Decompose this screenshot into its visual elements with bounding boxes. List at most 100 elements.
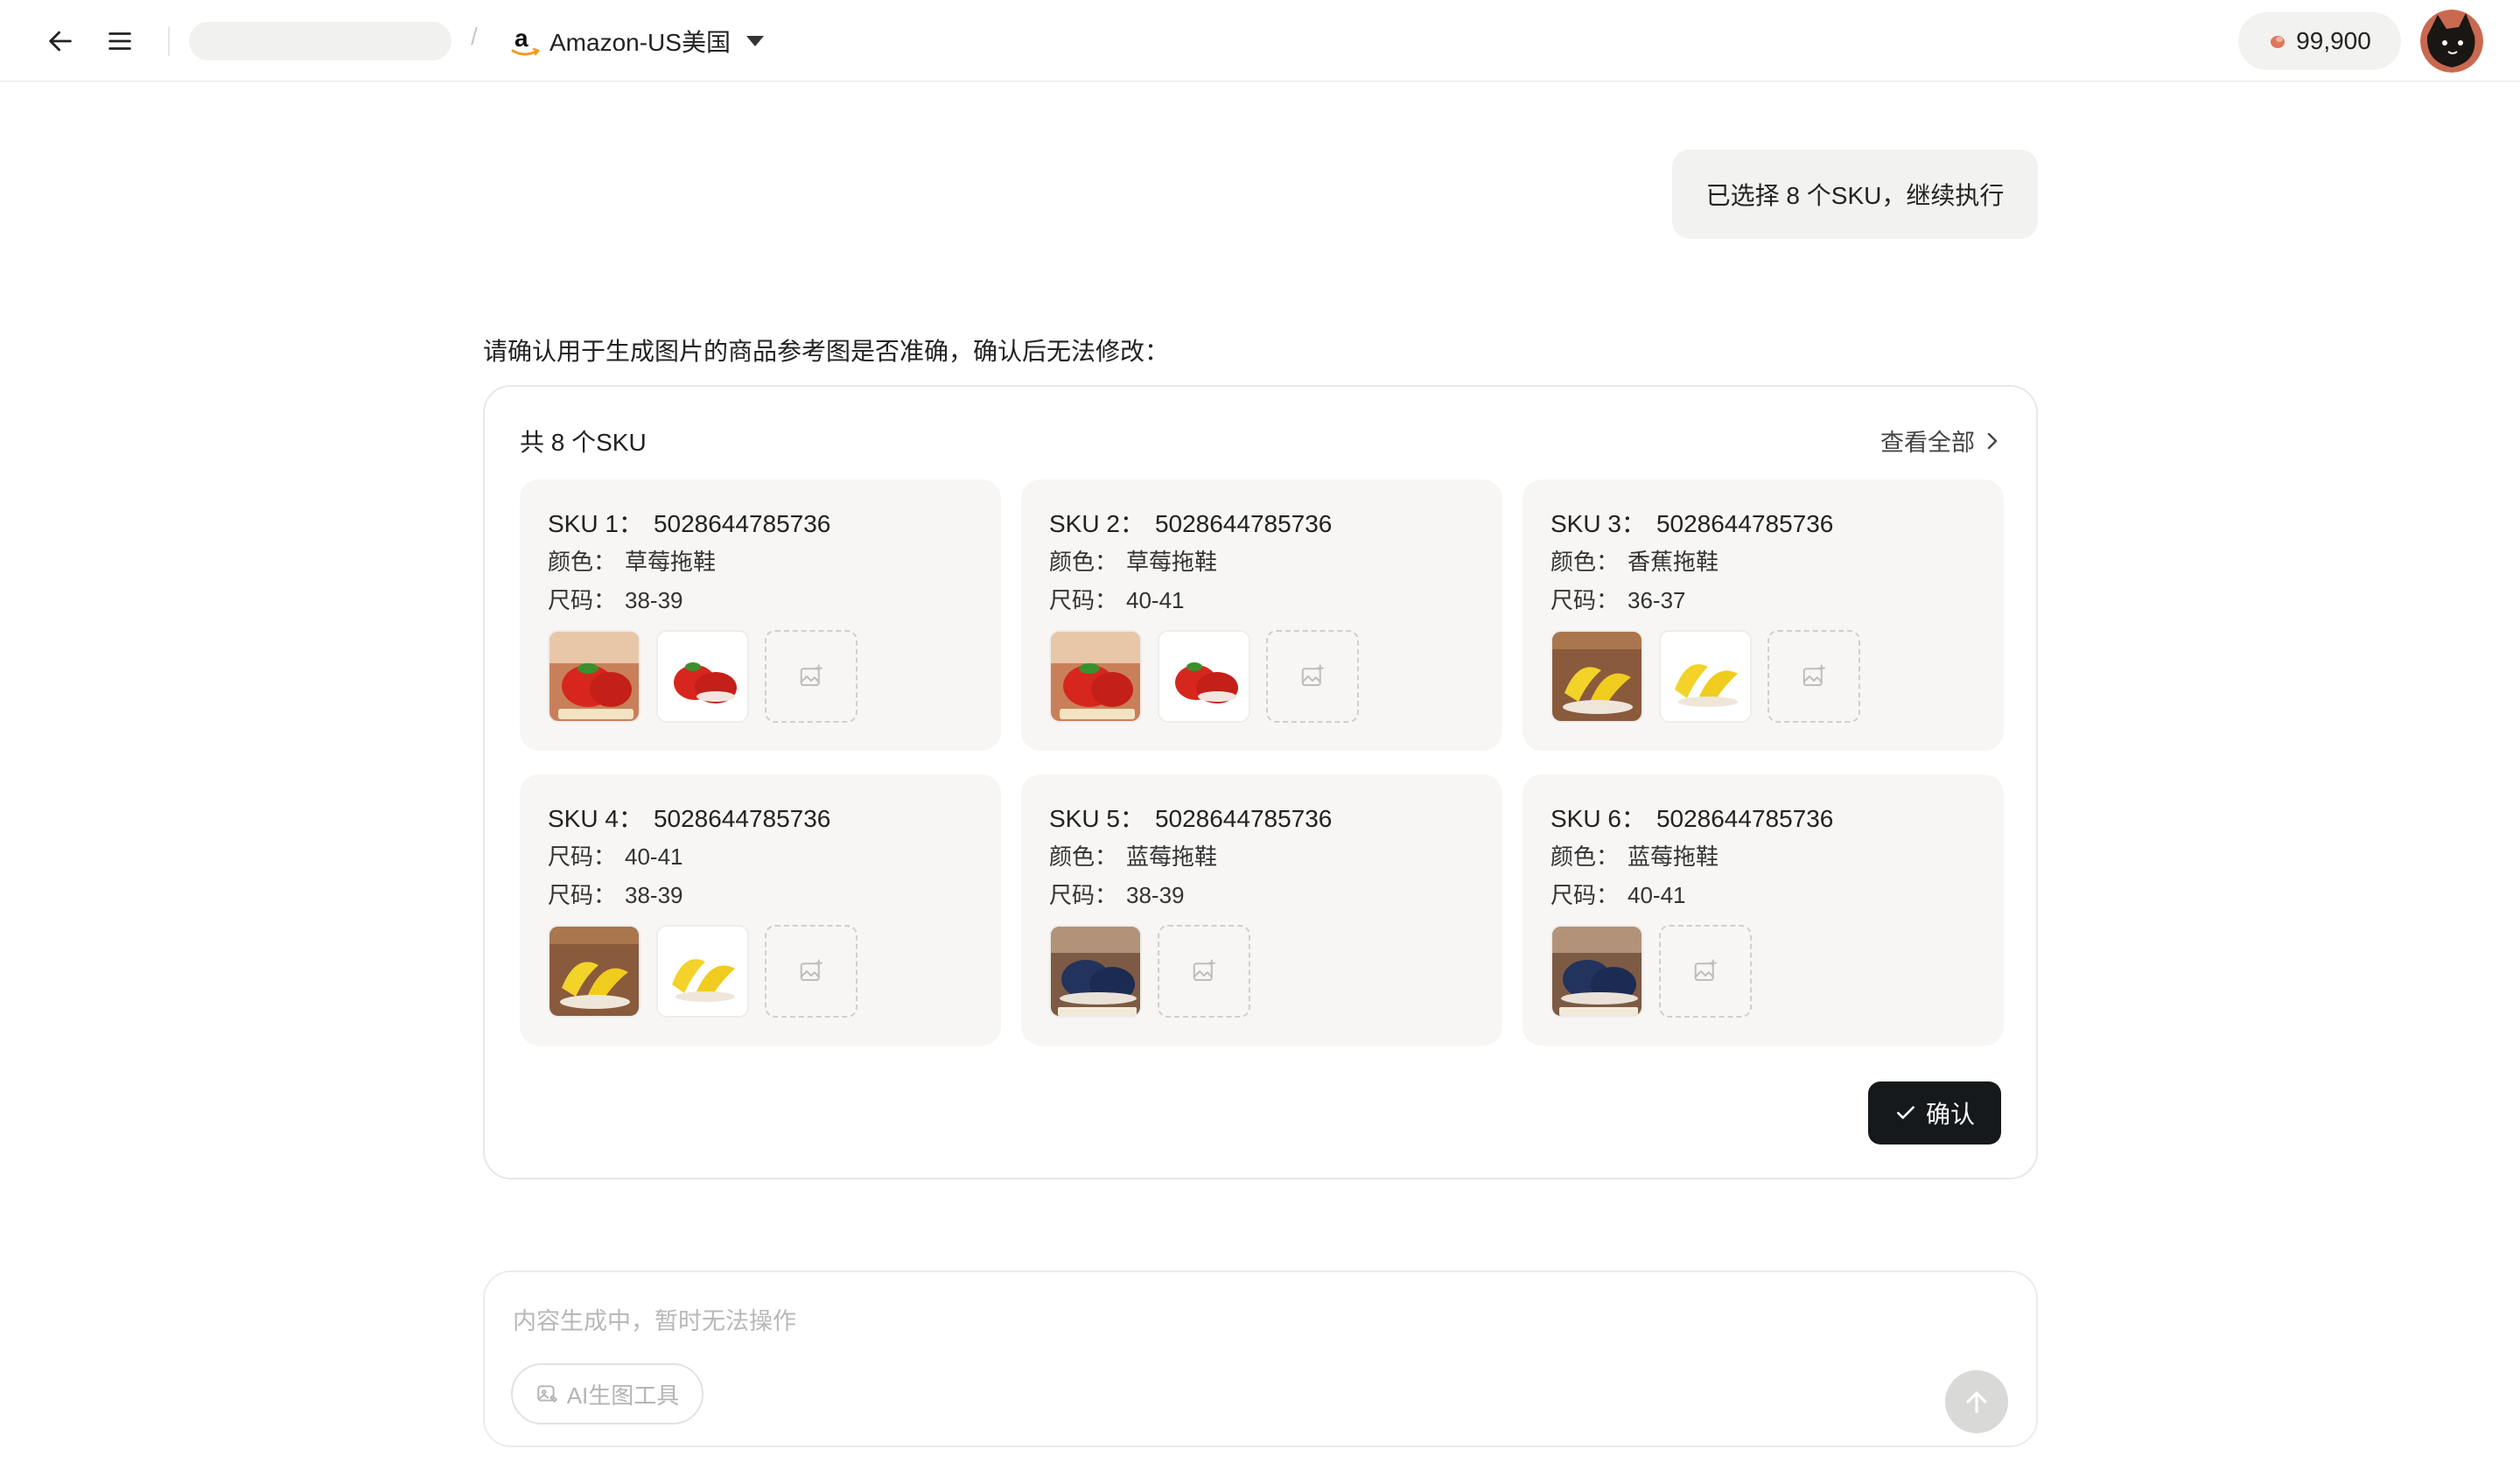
sku-thumbnails xyxy=(1550,925,1752,1018)
view-all-link[interactable]: 查看全部 xyxy=(1880,424,2001,458)
attr-key: 颜色： xyxy=(1049,549,1118,575)
caret-down-icon xyxy=(746,36,764,46)
attr-key: 尺码： xyxy=(548,844,617,870)
ai-image-tool-button[interactable]: AI生图工具 xyxy=(511,1363,704,1424)
menu-button[interactable] xyxy=(98,19,142,63)
attr-value: 40-41 xyxy=(1126,587,1185,613)
sku-card: SKU 4： 5028644785736 尺码： 40-41 尺码： 38-39 xyxy=(520,774,1001,1046)
add-image-icon xyxy=(1694,959,1717,981)
credits-badge[interactable]: 99,900 xyxy=(2238,12,2401,70)
product-thumbnail-strawberry[interactable] xyxy=(1158,630,1250,723)
product-thumbnail-banana-scene[interactable] xyxy=(1550,630,1643,723)
product-thumbnail-strawberry[interactable] xyxy=(656,630,749,723)
attr-value: 草莓拖鞋 xyxy=(625,549,717,575)
product-thumbnail-banana[interactable] xyxy=(656,925,749,1018)
sku-attr: 尺码： 38-39 xyxy=(548,581,973,620)
store-selector[interactable]: a Amazon-US美国 xyxy=(509,21,764,61)
sku-title: SKU 6： 5028644785736 xyxy=(1550,801,1976,837)
send-button[interactable] xyxy=(1945,1370,2008,1433)
sku-attr: 颜色： 香蕉拖鞋 xyxy=(1550,542,1976,581)
view-all-label: 查看全部 xyxy=(1880,430,1975,456)
sku-id: 5028644785736 xyxy=(1154,510,1333,537)
avatar[interactable] xyxy=(2420,10,2483,73)
sku-id: 5028644785736 xyxy=(1656,510,1834,537)
product-thumbnail-strawberry-scene[interactable] xyxy=(548,630,640,723)
add-image-button[interactable] xyxy=(1659,925,1752,1018)
sku-label: SKU 4： xyxy=(548,805,643,832)
breadcrumb-project[interactable] xyxy=(189,22,452,60)
sku-confirm-card: 共 8 个SKU 查看全部 SKU 1： 5028644785736 颜色： 草莓拖… xyxy=(483,385,2038,1180)
sku-card: SKU 5： 5028644785736 颜色： 蓝莓拖鞋 尺码： 38-39 xyxy=(1021,774,1502,1046)
sku-title: SKU 5： 5028644785736 xyxy=(1049,801,1474,837)
sku-card: SKU 3： 5028644785736 颜色： 香蕉拖鞋 尺码： 36-37 xyxy=(1522,480,2004,751)
sku-title: SKU 1： 5028644785736 xyxy=(548,506,973,542)
sku-attr: 尺码： 38-39 xyxy=(548,876,973,914)
product-thumbnail-banana-scene[interactable] xyxy=(548,925,640,1018)
breadcrumb-separator: / xyxy=(471,23,478,50)
sku-label: SKU 3： xyxy=(1550,510,1646,537)
add-image-button[interactable] xyxy=(1158,925,1250,1018)
attr-value: 蓝莓拖鞋 xyxy=(1628,844,1719,870)
product-thumbnail-banana[interactable] xyxy=(1659,630,1752,723)
credits-value: 99,900 xyxy=(2296,27,2371,54)
sku-count-label: 共 8 个SKU xyxy=(520,429,647,456)
composer-placeholder: 内容生成中，暂时无法操作 xyxy=(513,1308,796,1334)
sku-card: SKU 6： 5028644785736 颜色： 蓝莓拖鞋 尺码： 40-41 xyxy=(1522,774,2004,1046)
ai-image-tool-label: AI生图工具 xyxy=(566,1382,680,1409)
sku-attr: 尺码： 40-41 xyxy=(1550,876,1976,914)
sku-grid: SKU 1： 5028644785736 颜色： 草莓拖鞋 尺码： 38-39 SKU… xyxy=(520,480,2004,1046)
chevron-right-icon xyxy=(1987,432,1998,449)
product-thumbnail-strawberry-scene[interactable] xyxy=(1049,630,1142,723)
attr-key: 尺码： xyxy=(1550,882,1620,908)
header-divider xyxy=(168,26,170,56)
attr-key: 颜色： xyxy=(548,549,617,575)
add-image-button[interactable] xyxy=(1768,630,1860,723)
add-image-icon xyxy=(1301,664,1324,686)
sku-attr: 颜色： 草莓拖鞋 xyxy=(1049,542,1474,581)
attr-value: 草莓拖鞋 xyxy=(1126,549,1218,575)
sku-thumbnails xyxy=(548,630,858,723)
attr-value: 香蕉拖鞋 xyxy=(1628,549,1719,575)
back-button[interactable] xyxy=(38,19,82,63)
image-generate-icon xyxy=(536,1385,557,1403)
sku-title: SKU 2： 5028644785736 xyxy=(1049,506,1474,542)
attr-key: 尺码： xyxy=(548,882,617,908)
add-image-icon xyxy=(800,959,822,981)
attr-value: 36-37 xyxy=(1628,587,1686,613)
add-image-button[interactable] xyxy=(765,630,858,723)
attr-value: 38-39 xyxy=(625,587,683,613)
add-image-button[interactable] xyxy=(765,925,858,1018)
sku-attr: 颜色： 蓝莓拖鞋 xyxy=(1049,837,1474,876)
attr-key: 颜色： xyxy=(1049,844,1118,870)
sku-id: 5028644785736 xyxy=(1656,805,1834,832)
sku-thumbnails xyxy=(548,925,858,1018)
message-composer[interactable]: 内容生成中，暂时无法操作 AI生图工具 xyxy=(483,1270,2038,1447)
add-image-icon xyxy=(1802,664,1825,686)
attr-key: 尺码： xyxy=(1550,587,1620,613)
sku-label: SKU 6： xyxy=(1550,805,1646,832)
store-label: Amazon-US美国 xyxy=(550,29,731,56)
sku-title: SKU 3： 5028644785736 xyxy=(1550,506,1976,542)
hamburger-menu-icon xyxy=(108,32,131,50)
add-image-icon xyxy=(800,664,822,686)
svg-text:a: a xyxy=(514,24,528,52)
sku-attr: 颜色： 草莓拖鞋 xyxy=(548,542,973,581)
sku-thumbnails xyxy=(1049,630,1359,723)
confirm-label: 确认 xyxy=(1925,1101,1975,1128)
sku-thumbnails xyxy=(1550,630,1860,723)
sku-label: SKU 5： xyxy=(1049,805,1144,832)
product-thumbnail-blueberry-scene[interactable] xyxy=(1550,925,1643,1018)
sku-card: SKU 2： 5028644785736 颜色： 草莓拖鞋 尺码： 40-41 xyxy=(1021,480,1502,751)
assistant-prompt: 请确认用于生成图片的商品参考图是否准确，确认后无法修改： xyxy=(483,338,1170,365)
attr-value: 38-39 xyxy=(1126,882,1185,908)
sku-title: SKU 4： 5028644785736 xyxy=(548,801,973,837)
confirm-button[interactable]: 确认 xyxy=(1868,1082,2001,1144)
sku-id: 5028644785736 xyxy=(653,805,831,832)
attr-value: 蓝莓拖鞋 xyxy=(1126,844,1218,870)
sku-card: SKU 1： 5028644785736 颜色： 草莓拖鞋 尺码： 38-39 xyxy=(520,480,1001,751)
add-image-button[interactable] xyxy=(1266,630,1359,723)
sku-attr: 尺码： 40-41 xyxy=(1049,581,1474,620)
arrow-up-icon xyxy=(1966,1391,1987,1413)
product-thumbnail-blueberry-scene[interactable] xyxy=(1049,925,1142,1018)
sku-label: SKU 1： xyxy=(548,510,643,537)
